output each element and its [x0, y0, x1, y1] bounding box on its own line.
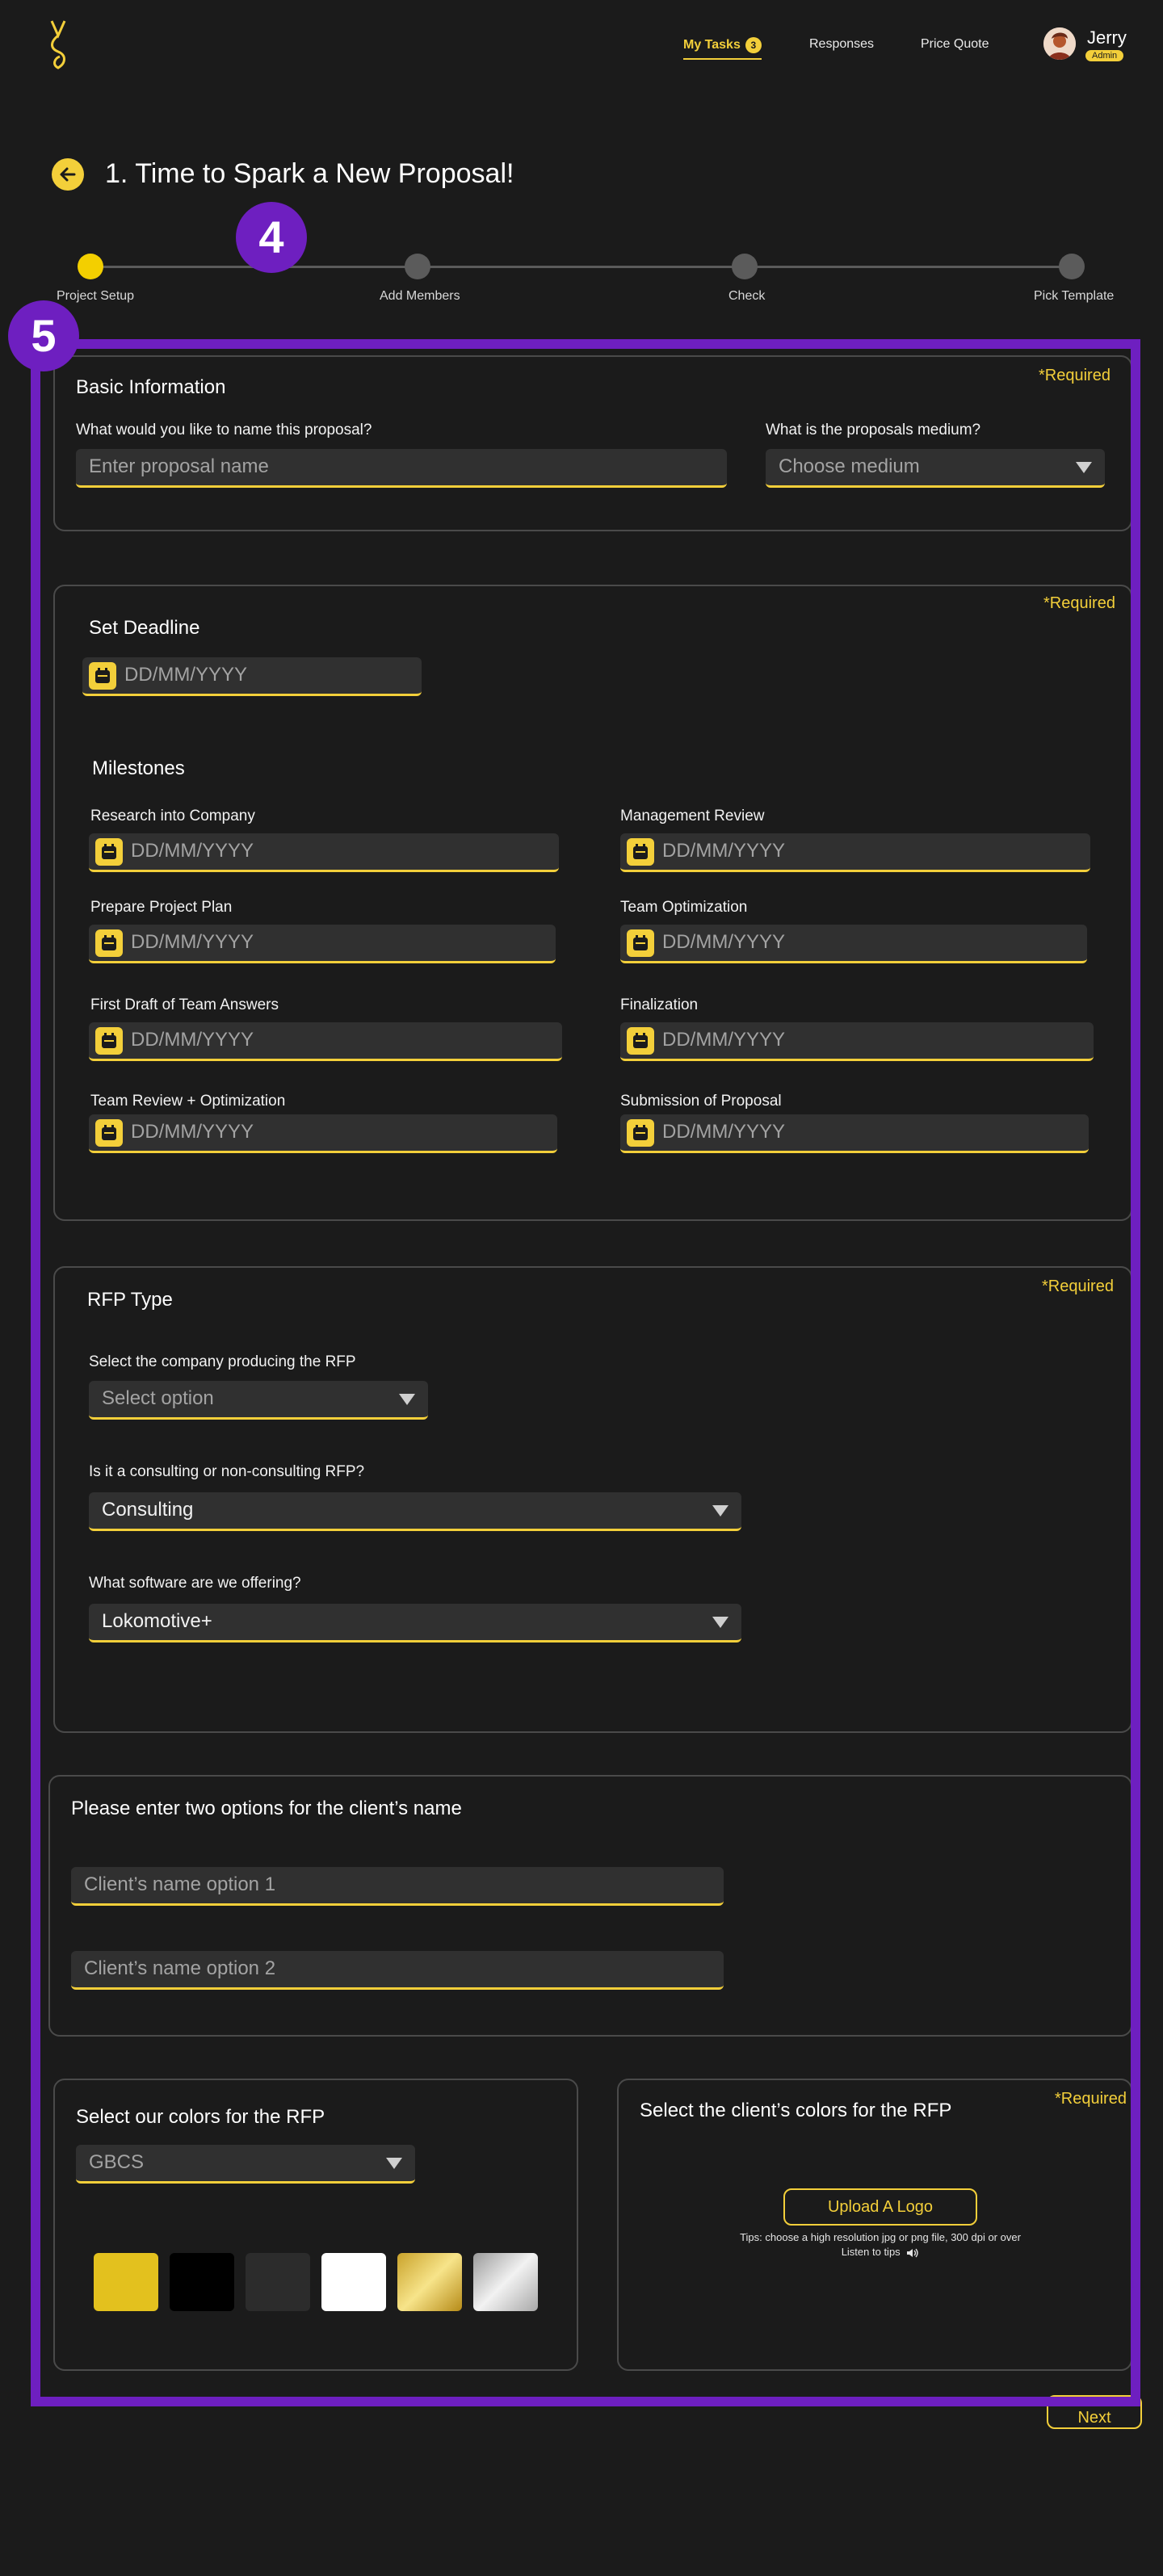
- step-dot-project-setup[interactable]: [78, 254, 103, 279]
- step-label-check: Check: [728, 289, 766, 303]
- back-button[interactable]: [52, 158, 84, 191]
- step-dot-pick-template[interactable]: [1059, 254, 1085, 279]
- top-navigation: My Tasks 3 Responses Price Quote: [0, 32, 1163, 65]
- user-role-badge: Admin: [1085, 50, 1124, 61]
- nav-responses[interactable]: Responses: [809, 37, 874, 52]
- step-dot-check[interactable]: [732, 254, 758, 279]
- stepper-track: [90, 266, 1071, 268]
- user-name: Jerry: [1087, 27, 1127, 48]
- nav-my-tasks-label: My Tasks: [683, 38, 741, 52]
- step-label-pick-template: Pick Template: [1034, 289, 1115, 303]
- arrow-left-icon: [60, 167, 76, 182]
- annotation-frame-5: [31, 339, 1140, 2406]
- annotation-marker-4: 4: [236, 202, 307, 273]
- user-menu[interactable]: Jerry Admin: [1043, 26, 1140, 66]
- step-dot-add-members[interactable]: [405, 254, 430, 279]
- avatar: [1043, 27, 1076, 60]
- nav-my-tasks[interactable]: My Tasks 3: [683, 37, 762, 60]
- step-label-add-members: Add Members: [380, 289, 460, 303]
- tasks-count-badge: 3: [745, 37, 762, 53]
- step-label-project-setup: Project Setup: [57, 289, 135, 303]
- annotation-marker-5: 5: [8, 300, 79, 371]
- nav-price-quote[interactable]: Price Quote: [921, 37, 989, 52]
- page-title: 1. Time to Spark a New Proposal!: [105, 158, 514, 189]
